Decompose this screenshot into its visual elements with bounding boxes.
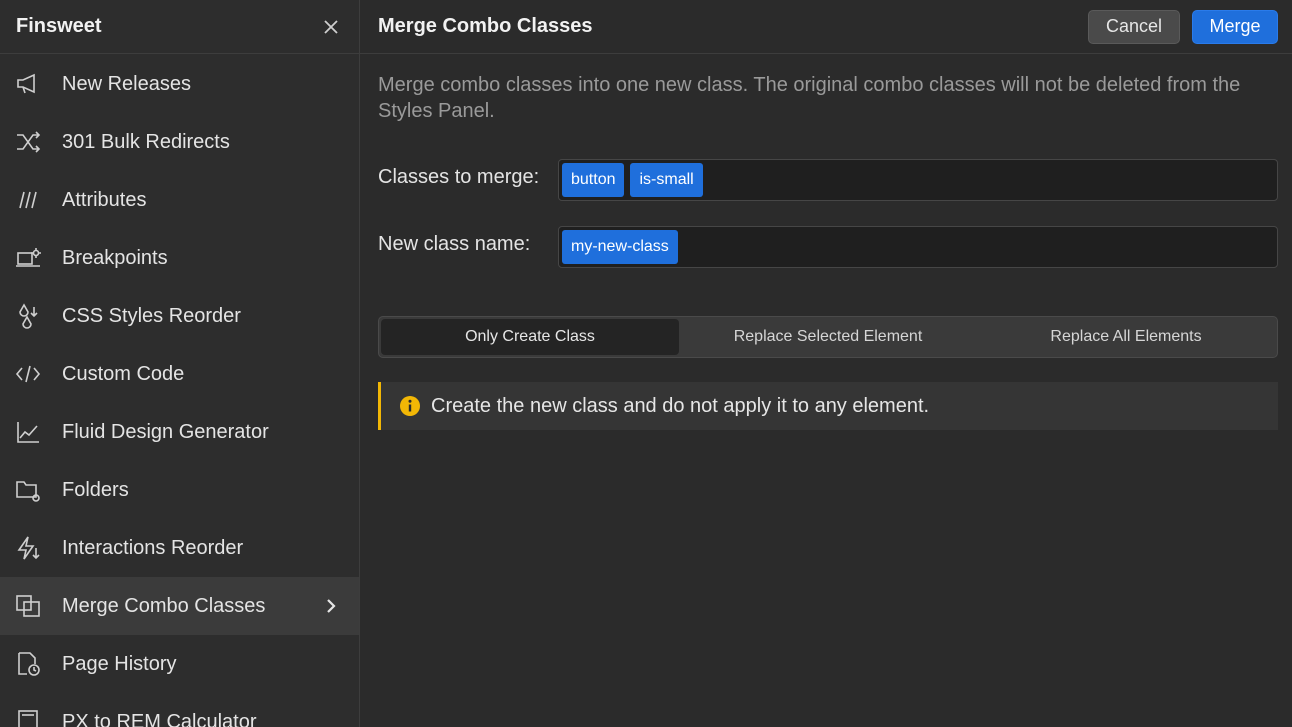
- header-actions: Cancel Merge: [1088, 9, 1278, 44]
- sidebar-item-interactions-reorder[interactable]: Interactions Reorder: [0, 519, 359, 577]
- slashes-icon: [14, 186, 42, 214]
- sidebar-item-attributes[interactable]: Attributes: [0, 171, 359, 229]
- class-chip-button[interactable]: button: [562, 163, 625, 197]
- drops-icon: [14, 302, 42, 330]
- merge-button[interactable]: Merge: [1192, 9, 1278, 44]
- sidebar-item-label: Breakpoints: [62, 246, 168, 269]
- sidebar: Finsweet New Releases 301 Bulk Redirects…: [0, 0, 360, 727]
- sidebar-item-new-releases[interactable]: New Releases: [0, 55, 359, 113]
- sidebar-item-label: Merge Combo Classes: [62, 594, 266, 617]
- sidebar-item-label: Folders: [62, 478, 129, 501]
- megaphone-icon: [14, 70, 42, 98]
- calculator-icon: [14, 708, 42, 727]
- sidebar-item-px-to-rem-calculator[interactable]: PX to REM Calculator: [0, 693, 359, 727]
- bolt-icon: [14, 534, 42, 562]
- sidebar-item-folders[interactable]: Folders: [0, 461, 359, 519]
- shuffle-icon: [14, 128, 42, 156]
- sidebar-item-breakpoints[interactable]: Breakpoints: [0, 229, 359, 287]
- sidebar-item-css-styles-reorder[interactable]: CSS Styles Reorder: [0, 287, 359, 345]
- breakpoints-icon: [14, 244, 42, 272]
- sidebar-item-page-history[interactable]: Page History: [0, 635, 359, 693]
- folder-gear-icon: [14, 476, 42, 504]
- sidebar-item-label: Page History: [62, 652, 177, 675]
- sidebar-item-label: 301 Bulk Redirects: [62, 130, 230, 153]
- chevron-right-icon: [321, 596, 341, 616]
- classes-to-merge-label: Classes to merge:: [378, 166, 540, 188]
- chart-icon: [14, 418, 42, 446]
- main-panel: Merge Combo Classes Cancel Merge Merge c…: [360, 0, 1292, 727]
- sidebar-list: New Releases 301 Bulk Redirects Attribut…: [0, 55, 359, 727]
- sidebar-item-fluid-design-generator[interactable]: Fluid Design Generator: [0, 403, 359, 461]
- new-class-name-label: New class name:: [378, 233, 531, 255]
- sidebar-item-label: Interactions Reorder: [62, 536, 244, 559]
- classes-to-merge-input[interactable]: button is-small: [558, 159, 1278, 201]
- code-icon: [14, 360, 42, 388]
- class-chip-is-small[interactable]: is-small: [630, 163, 703, 197]
- sidebar-item-merge-combo-classes[interactable]: Merge Combo Classes: [0, 577, 359, 635]
- main-header: Merge Combo Classes Cancel Merge: [360, 0, 1292, 54]
- sidebar-title: Finsweet: [16, 15, 102, 37]
- page-history-icon: [14, 650, 42, 678]
- sidebar-item-label: Custom Code: [62, 362, 185, 385]
- close-icon[interactable]: [319, 15, 343, 39]
- sidebar-item-301-bulk-redirects[interactable]: 301 Bulk Redirects: [0, 113, 359, 171]
- new-class-name-input[interactable]: my-new-class: [558, 226, 1278, 268]
- sidebar-item-label: Attributes: [62, 188, 147, 211]
- merge-mode-segmented-control: Only Create Class Replace Selected Eleme…: [378, 316, 1278, 358]
- option-replace-all-elements[interactable]: Replace All Elements: [977, 319, 1275, 355]
- sidebar-header: Finsweet: [0, 0, 359, 54]
- merge-icon: [14, 592, 42, 620]
- cancel-button[interactable]: Cancel: [1088, 9, 1180, 44]
- page-title: Merge Combo Classes: [378, 15, 593, 37]
- new-class-chip[interactable]: my-new-class: [562, 230, 678, 264]
- sidebar-item-label: New Releases: [62, 72, 191, 95]
- description: Merge combo classes into one new class. …: [378, 74, 1241, 122]
- sidebar-item-label: Fluid Design Generator: [62, 420, 269, 443]
- sidebar-item-label: CSS Styles Reorder: [62, 304, 241, 327]
- sidebar-item-custom-code[interactable]: Custom Code: [0, 345, 359, 403]
- info-icon: [400, 396, 420, 416]
- info-notice: Create the new class and do not apply it…: [378, 382, 1278, 430]
- option-only-create-class[interactable]: Only Create Class: [381, 319, 679, 355]
- option-replace-selected-element[interactable]: Replace Selected Element: [679, 319, 977, 355]
- notice-text: Create the new class and do not apply it…: [431, 394, 930, 417]
- sidebar-item-label: PX to REM Calculator: [62, 710, 257, 727]
